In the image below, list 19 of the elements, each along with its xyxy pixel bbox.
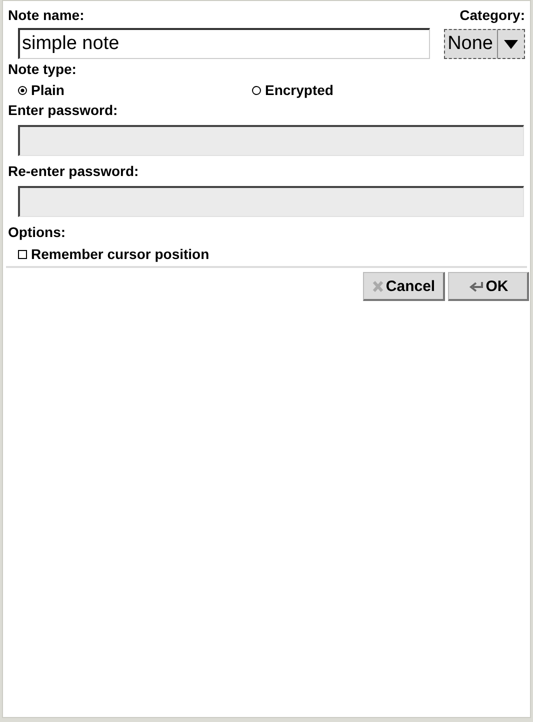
field-label: Note name: bbox=[8, 6, 86, 24]
enter-arrow-icon bbox=[468, 280, 484, 292]
field-label: Options: bbox=[8, 223, 67, 241]
radio-option[interactable]: Encrypted bbox=[252, 81, 486, 99]
field-label: Category: bbox=[460, 6, 525, 24]
cancel-button[interactable]: Cancel bbox=[363, 272, 445, 301]
dropdown-arrow-icon bbox=[504, 40, 518, 48]
field-label: Enter password: bbox=[8, 101, 119, 119]
radio-icon[interactable] bbox=[252, 86, 261, 94]
checkbox-icon[interactable] bbox=[18, 250, 27, 258]
note-name-field[interactable]: simple note bbox=[18, 28, 430, 59]
ok-button[interactable]: OK bbox=[448, 272, 529, 301]
radio-icon[interactable] bbox=[18, 86, 27, 94]
checkbox-option[interactable]: Remember cursor position bbox=[18, 245, 210, 263]
field-label: Re-enter password: bbox=[8, 162, 140, 180]
radio-option[interactable]: Plain bbox=[18, 81, 252, 99]
cross-icon bbox=[372, 280, 384, 292]
category-dropdown[interactable]: None bbox=[444, 29, 525, 59]
field-label: Note type: bbox=[8, 60, 78, 78]
